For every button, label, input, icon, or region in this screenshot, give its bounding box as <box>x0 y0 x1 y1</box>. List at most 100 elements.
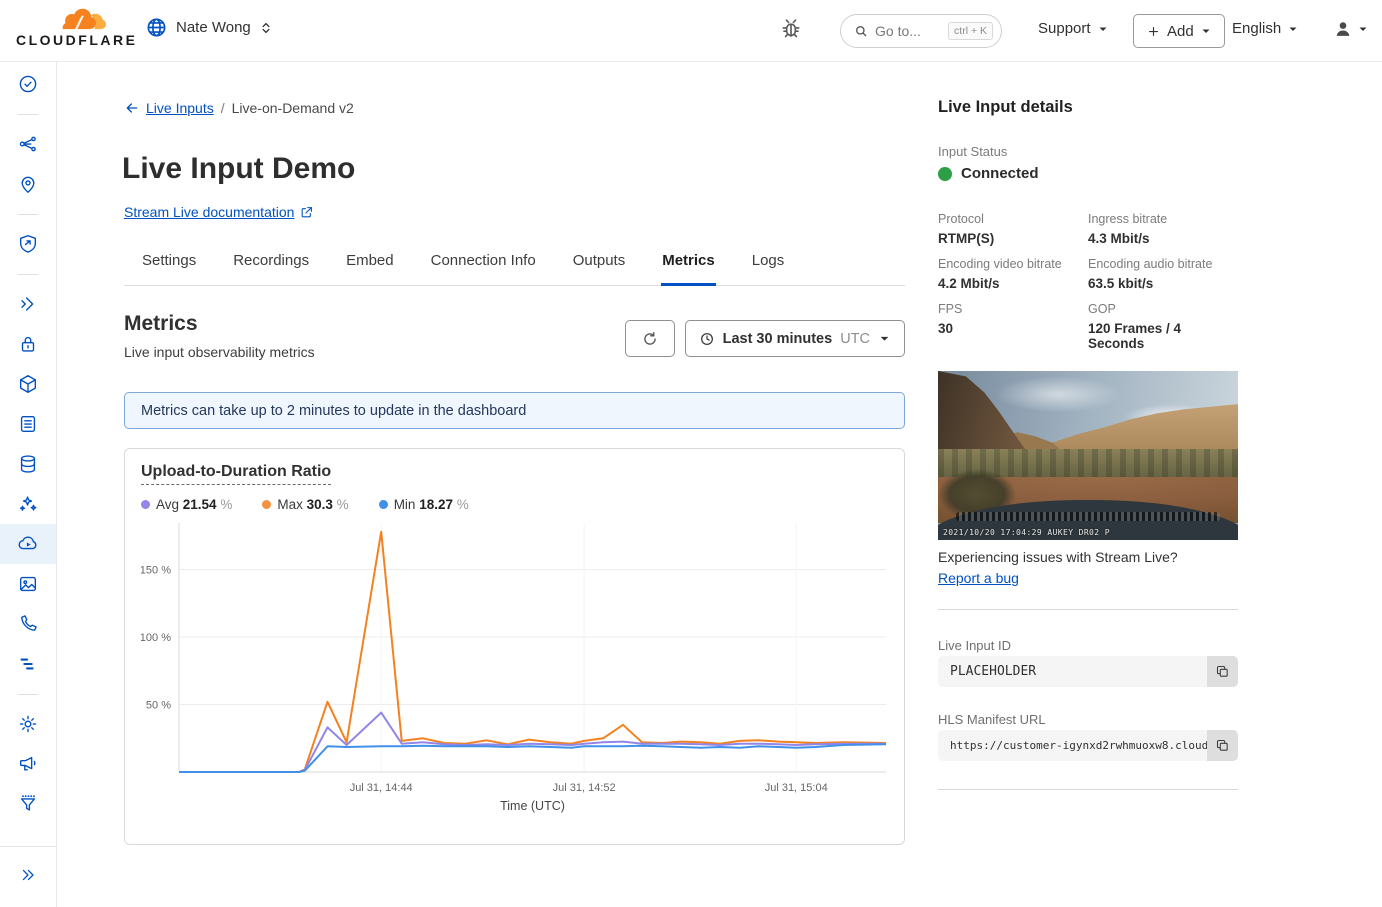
hls-manifest-url-field: https://customer-igynxd2rwhmuoxw8.cloudf <box>938 730 1238 761</box>
search-icon <box>853 23 869 39</box>
sidebar-item-server[interactable] <box>0 404 56 444</box>
user-menu[interactable] <box>1332 18 1369 40</box>
funnel-icon <box>17 793 39 815</box>
sidebar-item-traffic[interactable] <box>0 124 56 164</box>
plus-icon <box>1146 24 1161 39</box>
sidebar-divider <box>0 684 56 704</box>
legend-min[interactable]: Min 18.27 % <box>379 497 469 512</box>
input-status: Connected <box>938 165 1039 182</box>
sidebar-item-database[interactable] <box>0 444 56 484</box>
account-switcher[interactable]: Nate Wong <box>145 16 273 39</box>
stream-docs-link[interactable]: Stream Live documentation <box>124 204 313 220</box>
breadcrumb: Live Inputs / Live-on-Demand v2 <box>124 100 354 116</box>
sidebar-item-ai-sparkles[interactable] <box>0 484 56 524</box>
language-label: English <box>1232 20 1281 37</box>
ai-sparkles-icon <box>17 493 39 515</box>
series-min <box>179 744 886 772</box>
breadcrumb-current: Live-on-Demand v2 <box>232 100 354 116</box>
svg-text:Jul 31, 15:04: Jul 31, 15:04 <box>765 782 828 794</box>
hls-manifest-url-label: HLS Manifest URL <box>938 712 1046 727</box>
sidebar-divider <box>0 264 56 284</box>
cloudflare-logo[interactable]: CLOUDFLARE <box>16 8 137 48</box>
sidebar-item-calls-phone[interactable] <box>0 604 56 644</box>
detail-protocol: ProtocolRTMP(S) <box>938 212 1088 246</box>
legend-avg[interactable]: Avg 21.54 % <box>141 497 232 512</box>
tab-logs[interactable]: Logs <box>751 246 786 286</box>
cloudflare-cloud-icon <box>44 8 110 34</box>
time-range-dropdown[interactable]: Last 30 minutes UTC <box>685 320 905 357</box>
selector-chevrons-icon <box>259 20 273 36</box>
clock-icon <box>699 331 715 347</box>
stream-docs-label: Stream Live documentation <box>124 204 294 220</box>
report-bug-link[interactable]: Report a bug <box>938 570 1019 586</box>
sidebar-item-geo-pin[interactable] <box>0 164 56 204</box>
database-icon <box>17 453 39 475</box>
sidebar-expand-button[interactable] <box>0 846 56 907</box>
metrics-info-text: Metrics can take up to 2 minutes to upda… <box>141 403 526 419</box>
add-button[interactable]: Add <box>1133 14 1225 48</box>
breadcrumb-back-link[interactable]: Live Inputs <box>124 100 214 116</box>
live-video-preview[interactable]: 2021/10/20 17:04:29 AUKEY DR02 P <box>938 371 1238 540</box>
sidebar-item-images[interactable] <box>0 564 56 604</box>
detail-encoding-audio-bitrate: Encoding audio bitrate63.5 kbit/s <box>1088 257 1238 291</box>
copy-icon <box>1215 664 1230 679</box>
chevrons-right-icon <box>18 865 38 885</box>
support-label: Support <box>1038 20 1091 37</box>
top-bar: CLOUDFLARE Nate Wong Go to... ctrl + K S <box>0 0 1382 62</box>
sidebar-item-gear[interactable] <box>0 704 56 744</box>
tab-settings[interactable]: Settings <box>141 246 197 286</box>
global-search[interactable]: Go to... ctrl + K <box>840 14 1002 48</box>
sidebar-item-cube[interactable] <box>0 364 56 404</box>
live-input-id-field: PLACEHOLDER <box>938 656 1238 687</box>
sidebar-item-gantt-bars[interactable] <box>0 644 56 684</box>
page-title: Live Input Demo <box>122 152 355 186</box>
tab-recordings[interactable]: Recordings <box>232 246 310 286</box>
sidebar-divider <box>0 204 56 224</box>
detail-gop: GOP120 Frames / 4 Seconds <box>1088 302 1238 351</box>
svg-text:Jul 31, 14:44: Jul 31, 14:44 <box>350 782 413 794</box>
caret-down-icon <box>1287 23 1299 35</box>
time-range-value: Last 30 minutes <box>723 331 833 347</box>
sidebar-item-time-review[interactable] <box>0 64 56 104</box>
status-dot-icon <box>938 167 952 181</box>
traffic-icon <box>17 133 39 155</box>
search-shortcut-badge: ctrl + K <box>948 22 993 40</box>
breadcrumb-separator: / <box>221 100 225 116</box>
bug-icon[interactable] <box>778 16 804 42</box>
svg-text:50 %: 50 % <box>146 700 171 712</box>
svg-text:Jul 31, 14:52: Jul 31, 14:52 <box>553 782 616 794</box>
legend-dot-icon <box>262 500 271 509</box>
divider <box>938 609 1238 610</box>
tab-connection-info[interactable]: Connection Info <box>430 246 537 286</box>
sidebar-item-stream-cloud-play[interactable] <box>0 524 56 564</box>
upload-duration-chart-card: Upload-to-Duration Ratio Avg 21.54 %Max … <box>124 448 905 845</box>
sidebar-item-lock[interactable] <box>0 324 56 364</box>
stream-cloud-play-icon <box>17 533 39 555</box>
person-icon <box>1332 18 1354 40</box>
server-icon <box>17 413 39 435</box>
images-icon <box>17 573 39 595</box>
copy-input-id-button[interactable] <box>1207 656 1238 687</box>
breadcrumb-back-label: Live Inputs <box>146 100 214 116</box>
sidebar-item-megaphone[interactable] <box>0 744 56 784</box>
support-menu[interactable]: Support <box>1038 20 1109 37</box>
copy-icon <box>1215 738 1230 753</box>
sidebar-item-funnel[interactable] <box>0 784 56 824</box>
sidebar-item-cache-chevrons[interactable] <box>0 284 56 324</box>
tab-embed[interactable]: Embed <box>345 246 395 286</box>
legend-max[interactable]: Max 30.3 % <box>262 497 348 512</box>
tab-metrics[interactable]: Metrics <box>661 246 716 286</box>
input-status-label: Input Status <box>938 144 1007 159</box>
copy-hls-url-button[interactable] <box>1207 730 1238 761</box>
refresh-button[interactable] <box>625 320 675 357</box>
sidebar-item-shield-sync[interactable] <box>0 224 56 264</box>
gear-icon <box>17 713 39 735</box>
refresh-icon <box>641 330 659 348</box>
live-input-id-value: PLACEHOLDER <box>938 656 1207 687</box>
tab-outputs[interactable]: Outputs <box>572 246 627 286</box>
line-chart: 50 %100 %150 %Jul 31, 14:44Jul 31, 14:52… <box>141 518 888 823</box>
status-value: Connected <box>961 165 1039 182</box>
search-placeholder: Go to... <box>875 23 942 39</box>
language-menu[interactable]: English <box>1232 20 1299 37</box>
cache-chevrons-icon <box>17 293 39 315</box>
